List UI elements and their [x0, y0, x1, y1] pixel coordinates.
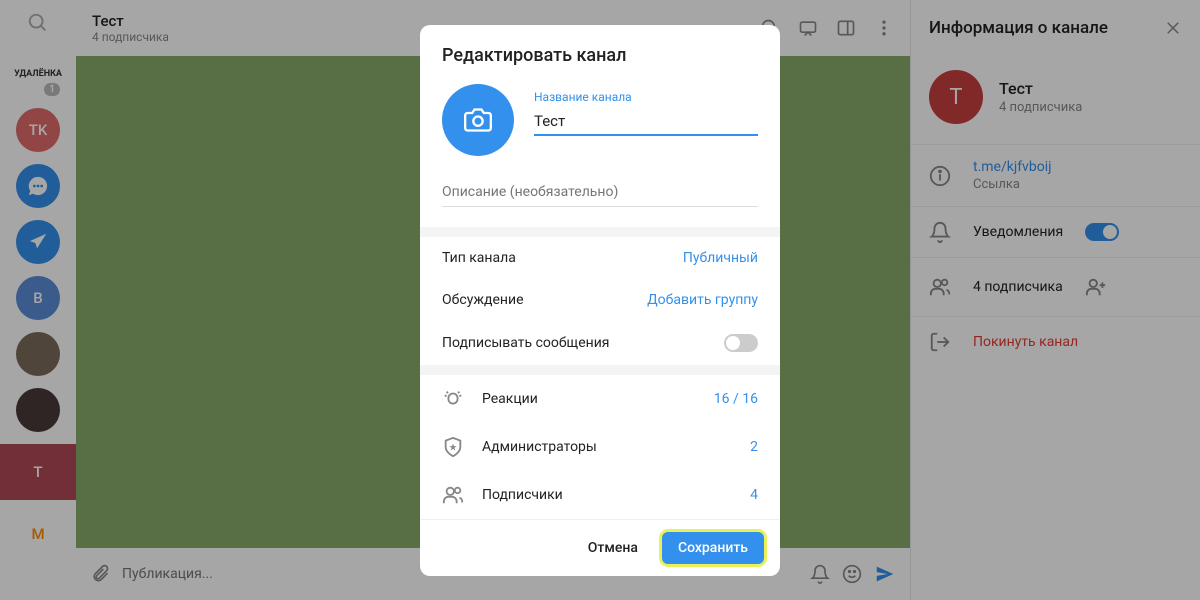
subscribers-label: Подписчики [482, 487, 563, 503]
discussion-value: Добавить группу [647, 292, 758, 308]
sign-messages-toggle[interactable] [724, 334, 758, 352]
shield-icon [442, 436, 464, 458]
discussion-row[interactable]: Обсуждение Добавить группу [420, 279, 780, 321]
admins-row[interactable]: Администраторы 2 [420, 423, 780, 471]
sign-messages-label: Подписывать сообщения [442, 335, 609, 351]
edit-channel-modal: Редактировать канал Название канала Тип … [420, 25, 780, 576]
modal-title: Редактировать канал [420, 25, 780, 80]
discussion-label: Обсуждение [442, 292, 524, 308]
admins-label: Администраторы [482, 439, 597, 455]
reactions-count: 16 / 16 [714, 391, 758, 407]
reactions-icon [442, 388, 464, 410]
channel-photo-button[interactable] [442, 84, 514, 156]
reactions-row[interactable]: Реакции 16 / 16 [420, 375, 780, 423]
sign-messages-row[interactable]: Подписывать сообщения [420, 321, 780, 365]
subscribers-modal-count: 4 [750, 487, 758, 503]
channel-type-label: Тип канала [442, 250, 516, 266]
people-icon [442, 484, 464, 506]
channel-name-input[interactable] [534, 108, 758, 136]
cancel-button[interactable]: Отмена [572, 532, 654, 564]
name-field-label: Название канала [534, 90, 758, 104]
admins-count: 2 [750, 439, 758, 455]
modal-overlay[interactable]: Редактировать канал Название канала Тип … [0, 0, 1200, 600]
camera-icon [464, 106, 492, 134]
reactions-label: Реакции [482, 391, 538, 407]
channel-type-value: Публичный [683, 250, 758, 266]
save-button[interactable]: Сохранить [662, 532, 764, 564]
description-input[interactable] [442, 178, 758, 207]
channel-type-row[interactable]: Тип канала Публичный [420, 237, 780, 279]
subscribers-modal-row[interactable]: Подписчики 4 [420, 471, 780, 519]
